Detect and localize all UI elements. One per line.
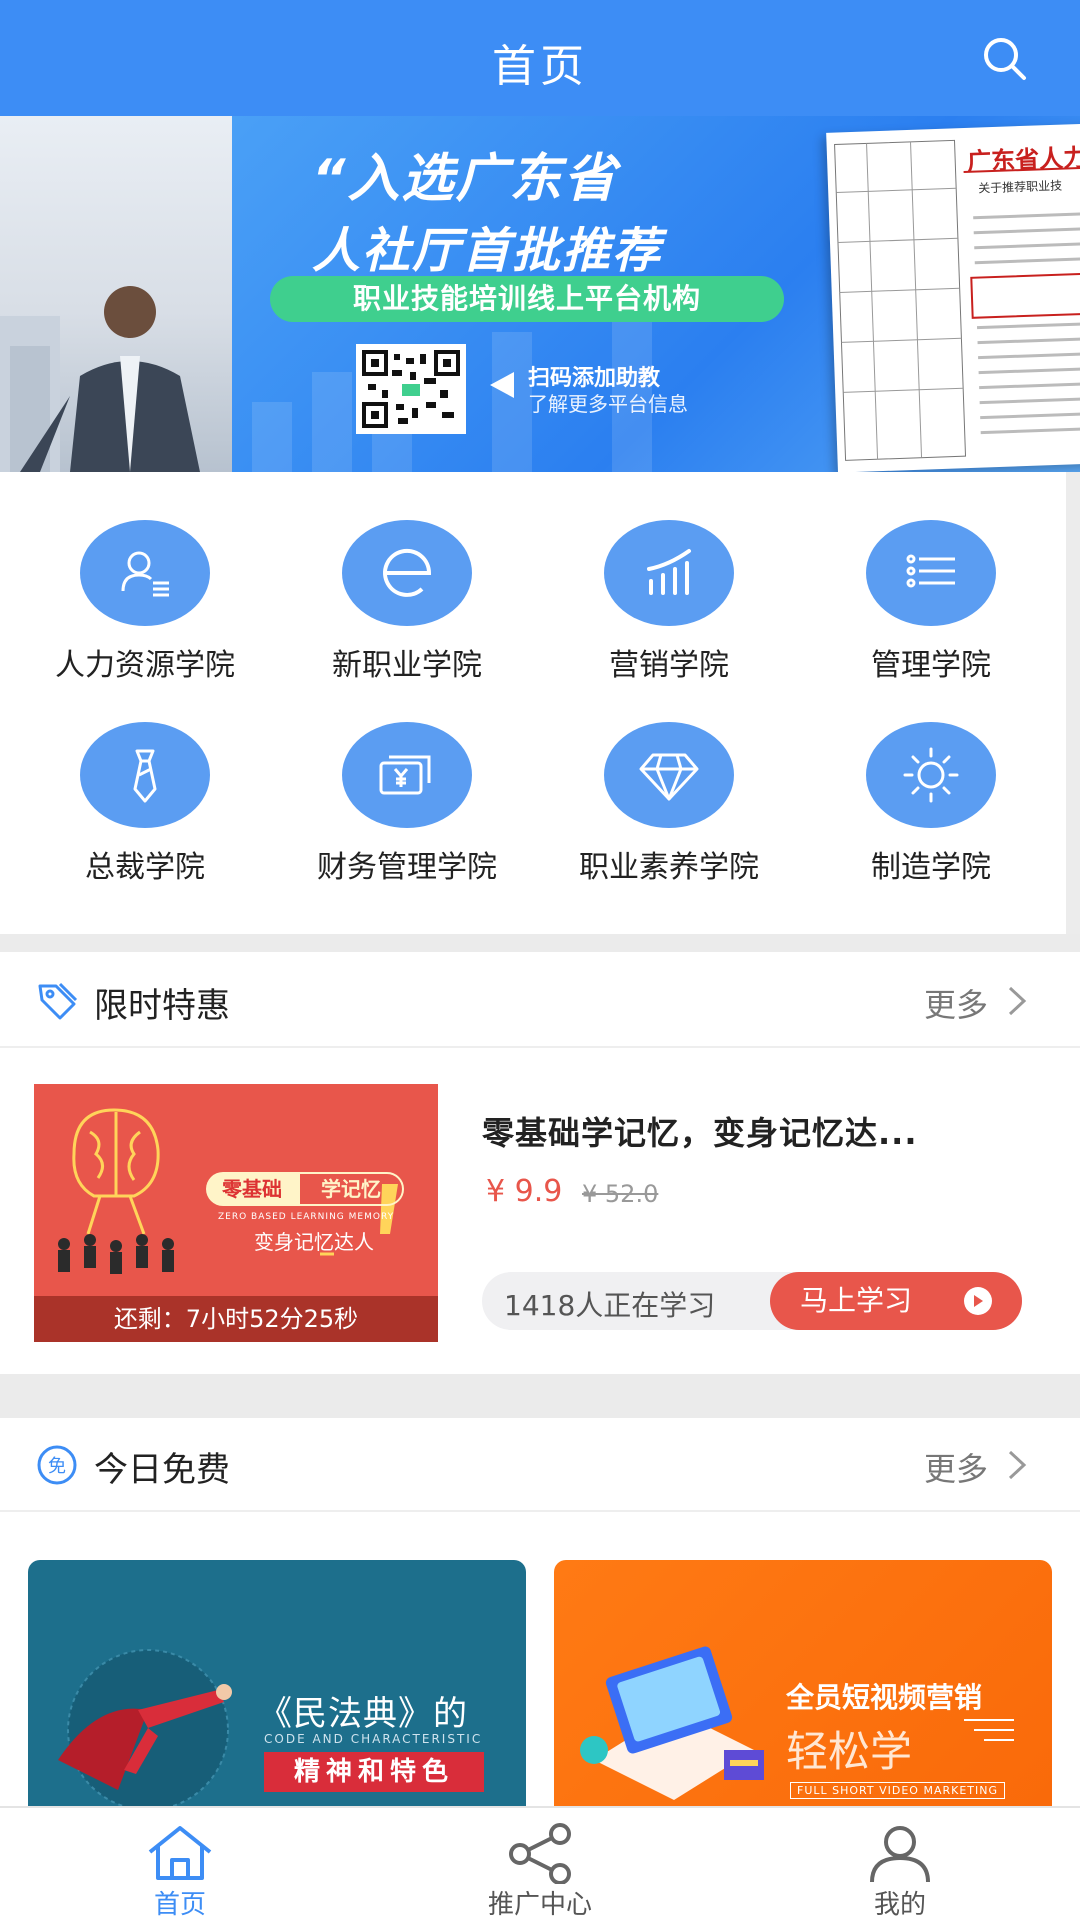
flash-sale-header: 限时特惠 更多 bbox=[0, 954, 1080, 1048]
category-finance[interactable]: 财务管理学院 bbox=[276, 722, 538, 886]
section-title: 今日免费 bbox=[94, 1450, 230, 1490]
free-course-title: 《民法典》的 bbox=[258, 1694, 468, 1734]
free-course-subtitle: 精神和特色 bbox=[264, 1752, 484, 1792]
category-label: 总裁学院 bbox=[85, 850, 205, 885]
user-icon bbox=[864, 1822, 936, 1884]
category-label: 营销学院 bbox=[609, 648, 729, 683]
free-course-subtitle: 轻松学 bbox=[786, 1727, 913, 1776]
category-marketing[interactable]: 营销学院 bbox=[538, 520, 800, 684]
category-label: 人力资源学院 bbox=[55, 648, 235, 683]
category-label: 职业素养学院 bbox=[579, 850, 759, 885]
share-icon bbox=[504, 1822, 576, 1885]
banner-doc-subtitle: 关于推荐职业技 bbox=[977, 178, 1063, 196]
tab-label: 推广中心 bbox=[487, 1890, 592, 1920]
banner-document-image: 广东省人力 关于推荐职业技 bbox=[826, 123, 1080, 472]
qr-code-icon bbox=[356, 344, 466, 434]
learn-bar: 1418人正在学习 马上学习 bbox=[482, 1272, 1022, 1330]
category-professional[interactable]: 职业素养学院 bbox=[538, 722, 800, 886]
tab-promotion-center[interactable]: 推广中心 bbox=[360, 1808, 720, 1920]
free-today-header: 免 今日免费 更多 bbox=[0, 1418, 1080, 1512]
tag-icon bbox=[36, 980, 78, 1022]
course-thumbnail[interactable]: 零基础 学记忆 ZERO BASED LEARNING MEMORY 变身记忆达… bbox=[34, 1084, 438, 1342]
divider bbox=[1066, 472, 1080, 934]
learn-now-label: 马上学习 bbox=[800, 1284, 913, 1317]
person-list-icon bbox=[80, 520, 210, 626]
chevron-right-icon[interactable] bbox=[1004, 1448, 1030, 1482]
free-course-card[interactable]: 《民法典》的 CODE AND CHARACTERISTIC 精神和特色 bbox=[28, 1560, 526, 1806]
category-label: 财务管理学院 bbox=[317, 850, 497, 885]
course-title[interactable]: 零基础学记忆，变身记忆达... bbox=[482, 1108, 1002, 1154]
course-price: ¥ 9.9 bbox=[486, 1174, 563, 1209]
tab-label: 首页 bbox=[153, 1890, 206, 1920]
search-icon[interactable] bbox=[980, 34, 1030, 84]
tab-label: 我的 bbox=[873, 1890, 926, 1920]
learn-now-button[interactable]: 马上学习 bbox=[770, 1272, 1022, 1330]
bottom-tab-bar: 首页 推广中心 我的 bbox=[0, 1806, 1080, 1920]
banner-pill: 职业技能培训线上平台机构 bbox=[270, 276, 784, 322]
category-management[interactable]: 管理学院 bbox=[800, 520, 1062, 684]
learner-count: 1418人正在学习 bbox=[504, 1289, 716, 1322]
free-course-caption: FULL SHORT VIDEO MARKETING bbox=[790, 1782, 1005, 1799]
sun-icon bbox=[866, 722, 996, 828]
course-badge: 零基础 bbox=[206, 1172, 298, 1206]
free-course-title: 全员短视频营销 bbox=[786, 1681, 983, 1714]
page-title: 首页 bbox=[492, 41, 588, 92]
category-manufacturing[interactable]: 制造学院 bbox=[800, 722, 1062, 886]
category-label: 管理学院 bbox=[871, 648, 991, 683]
e-letter-icon bbox=[342, 520, 472, 626]
category-label: 制造学院 bbox=[871, 850, 991, 885]
growth-chart-icon bbox=[604, 520, 734, 626]
category-hr[interactable]: 人力资源学院 bbox=[14, 520, 276, 684]
banner-carousel[interactable]: “入选广东省 人社厅首批推荐 职业技能培训线上平台机构 扫码添加助教 了解更多平… bbox=[0, 116, 1080, 472]
banner-prev-slide bbox=[0, 116, 232, 472]
banner-scan-subtitle: 了解更多平台信息 bbox=[528, 392, 688, 416]
home-icon bbox=[144, 1822, 216, 1884]
category-grid: 人力资源学院 新职业学院 营销学院 管理学院 总裁学院 财务管理学院 职业素养学… bbox=[0, 472, 1066, 934]
course-badge: 学记忆 bbox=[298, 1172, 404, 1206]
banner-headline-1: “入选广东省 bbox=[312, 149, 618, 209]
money-icon bbox=[342, 722, 472, 828]
more-link[interactable]: 更多 bbox=[924, 980, 988, 1026]
tie-icon bbox=[80, 722, 210, 828]
arrow-left-icon bbox=[490, 372, 514, 398]
top-bar: 首页 bbox=[0, 0, 1080, 116]
category-new-career[interactable]: 新职业学院 bbox=[276, 520, 538, 684]
banner-doc-title: 广东省人力 bbox=[966, 143, 1080, 176]
divider bbox=[0, 1374, 1080, 1418]
chevron-right-icon[interactable] bbox=[1004, 984, 1030, 1018]
diamond-icon bbox=[604, 722, 734, 828]
tab-profile[interactable]: 我的 bbox=[720, 1808, 1080, 1920]
free-badge-icon: 免 bbox=[36, 1444, 78, 1486]
category-label: 新职业学院 bbox=[332, 648, 482, 683]
section-title: 限时特惠 bbox=[94, 986, 230, 1026]
free-course-card[interactable]: 全员短视频营销 轻松学 FULL SHORT VIDEO MARKETING bbox=[554, 1560, 1052, 1806]
more-link[interactable]: 更多 bbox=[924, 1444, 988, 1490]
banner-current-slide: “入选广东省 人社厅首批推荐 职业技能培训线上平台机构 扫码添加助教 了解更多平… bbox=[232, 116, 1080, 472]
tab-home[interactable]: 首页 bbox=[0, 1808, 360, 1920]
course-original-price: ¥ 52.0 bbox=[582, 1180, 659, 1208]
free-course-caption: CODE AND CHARACTERISTIC bbox=[264, 1732, 483, 1746]
category-ceo[interactable]: 总裁学院 bbox=[14, 722, 276, 886]
course-image-caption: ZERO BASED LEARNING MEMORY bbox=[218, 1212, 395, 1222]
svg-text:免: 免 bbox=[48, 1456, 66, 1477]
countdown-timer: 还剩：7小时52分25秒 bbox=[34, 1296, 438, 1342]
course-image-subtitle: 变身记忆达人 bbox=[254, 1230, 374, 1254]
list-icon bbox=[866, 520, 996, 626]
banner-headline-2: 人社厅首批推荐 bbox=[312, 223, 663, 279]
divider bbox=[0, 934, 1080, 952]
flash-sale-course-card[interactable]: 零基础 学记忆 ZERO BASED LEARNING MEMORY 变身记忆达… bbox=[0, 1048, 1080, 1374]
play-icon bbox=[964, 1287, 992, 1315]
